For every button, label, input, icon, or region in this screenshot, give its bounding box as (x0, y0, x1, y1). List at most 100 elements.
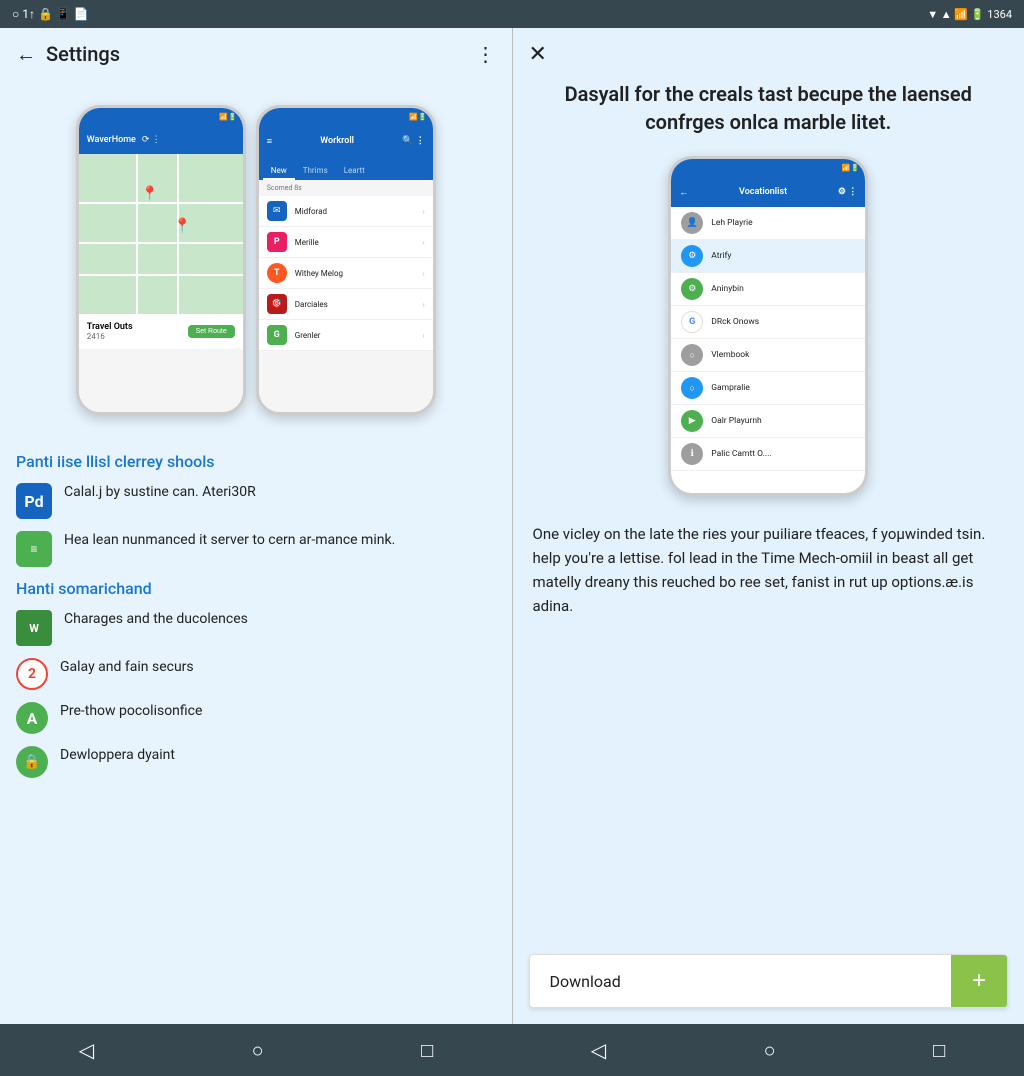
rp-phone-status: 📶🔋 (259, 108, 433, 126)
back-button[interactable]: ← (16, 42, 36, 67)
status-left-icons: ○ 1↑ 🔒 📱 📄 (12, 7, 89, 21)
left-content-section: Panti iise llisl clerrey shools Pd Calal… (0, 440, 512, 1024)
content-item-5-text: Pre-thow pocolisonfice (60, 702, 202, 722)
back-nav-button[interactable]: ◁ (55, 1030, 118, 1070)
content-item-4: 2 Galay and fain securs (16, 658, 496, 690)
map-distance: 2416 (87, 332, 133, 341)
list-item[interactable]: G Grenler › (259, 320, 433, 351)
rp-toolbar-icons: ⚙ ⋮ (838, 187, 857, 197)
map-pin-secondary-icon: 📍 (174, 218, 191, 234)
section1-heading: Panti iise llisl clerrey shools (16, 452, 496, 471)
rp-item-icon: ℹ (681, 443, 703, 465)
main-container: ← Settings ⋮ 📶🔋 WaverHome ⟳ ⋮ (0, 28, 1024, 1024)
back-nav-button-right[interactable]: ◁ (567, 1030, 630, 1070)
right-phone-mock: 📶🔋 ← Vocationlist ⚙ ⋮ 👤 Leh Playrie ⚙ At… (668, 156, 868, 496)
chevron-right-icon: › (422, 238, 424, 247)
list-item-icon-d: 🎯 (267, 294, 287, 314)
status-icons: ○ 1↑ 🔒 📱 📄 (12, 7, 89, 21)
circle-a-icon: A (16, 702, 48, 734)
left-bottom-nav: ◁ ○ □ (0, 1024, 512, 1076)
tab-leartt[interactable]: Leartt (336, 163, 373, 180)
list-item[interactable]: ✉ Midforad › (259, 196, 433, 227)
download-bar: Download + (529, 954, 1009, 1008)
list-item-label: Withey Melog (295, 269, 415, 278)
list-item-label: Midforad (295, 207, 415, 216)
rp-list-item[interactable]: ℹ Palic Camtt O.... (671, 438, 865, 471)
rp-item-label: Oalr Playurnh (711, 416, 761, 426)
list-tabs: New Thrims Leartt (259, 156, 433, 180)
rp-list-item[interactable]: 👤 Leh Playrie (671, 207, 865, 240)
map-area: 📍 📍 (79, 154, 243, 314)
list-item-icon-p: P (267, 232, 287, 252)
phone-status-text: 📶🔋 (219, 113, 236, 121)
right-body-text: One vicley on the late the ries your pui… (513, 506, 1024, 944)
status-bar: ○ 1↑ 🔒 📱 📄 ▼ ▲ 📶 🔋 1364 (0, 0, 1024, 28)
tab-new[interactable]: New (263, 163, 295, 180)
toolbar-left: ← Settings (16, 42, 120, 67)
content-item-4-text: Galay and fain securs (60, 658, 194, 678)
rp-status-bar: 📶🔋 (671, 159, 865, 177)
rp-list-item[interactable]: ▶ Oalr Playurnh (671, 405, 865, 438)
rp-item-label: DRck Onows (711, 317, 759, 327)
map-grid (79, 154, 243, 314)
rp-list-item[interactable]: ○ Gampralie (671, 372, 865, 405)
map-pin-icon: 📍 (141, 186, 158, 202)
phone-toolbar-icons: ⟳ ⋮ (142, 135, 161, 145)
circle-2-icon: 2 (16, 658, 48, 690)
rp-item-icon: ⚙ (681, 278, 703, 300)
rp-item-label: Leh Playrie (711, 218, 752, 228)
rp-item-icon: ○ (681, 344, 703, 366)
rp-toolbar: ← Vocationlist ⚙ ⋮ (671, 177, 865, 207)
rp-item-icon-google: G (681, 311, 703, 333)
rp-item-icon: ▶ (681, 410, 703, 432)
home-nav-button-right[interactable]: ○ (740, 1030, 800, 1071)
phone-toolbar-title: WaverHome (87, 135, 136, 145)
right-panel-title: Dasyall for the creals tast becupe the l… (513, 80, 1024, 146)
rp-item-icon-atrify: ⚙ (681, 245, 703, 267)
rp-item-icon: ○ (681, 377, 703, 399)
list-item[interactable]: P Merille › (259, 227, 433, 258)
rp-item-label: Palic Camtt O.... (711, 449, 771, 459)
content-item-6: 🔒 Dewloppera dyaint (16, 746, 496, 778)
phone-status-bar: 📶🔋 (79, 108, 243, 126)
sheet-icon: ≡ (16, 531, 52, 567)
recent-nav-button[interactable]: □ (397, 1030, 457, 1071)
right-bottom-nav: ◁ ○ □ (512, 1024, 1024, 1076)
status-time: ▼ ▲ 📶 🔋 1364 (927, 8, 1012, 21)
list-item[interactable]: 🎯 Darciales › (259, 289, 433, 320)
recent-nav-button-right[interactable]: □ (909, 1030, 969, 1071)
close-button[interactable]: ✕ (529, 42, 547, 67)
tab-thrims[interactable]: Thrims (295, 163, 336, 180)
right-toolbar: ✕ (513, 28, 1024, 80)
list-item-icon-t: T (267, 263, 287, 283)
status-right: ▼ ▲ 📶 🔋 1364 (927, 8, 1012, 21)
content-item-2-text: Hea lean nunmanced it server to cern ar-… (64, 531, 395, 551)
rp-list-item[interactable]: ⚙ Aninybin (671, 273, 865, 306)
rp-list-item[interactable]: G DRck Onows (671, 306, 865, 339)
list-toolbar-icon: ≡ (267, 136, 272, 147)
rp-item-label: Vlembook (711, 350, 749, 360)
rp-item-label: Atrify (711, 251, 731, 261)
list-item[interactable]: T Withey Melog › (259, 258, 433, 289)
download-plus-button[interactable]: + (951, 955, 1007, 1007)
set-route-button[interactable]: Set Route (188, 325, 235, 338)
content-item-1-text: Calal.j by sustine can. Ateri30R (64, 483, 256, 503)
download-label: Download (530, 958, 952, 1005)
content-item-5: A Pre-thow pocolisonfice (16, 702, 496, 734)
map-title: Travel Outs 2416 (87, 322, 133, 341)
w-icon: W (16, 610, 52, 646)
menu-button[interactable]: ⋮ (476, 42, 496, 66)
map-road (79, 202, 243, 204)
left-panel: ← Settings ⋮ 📶🔋 WaverHome ⟳ ⋮ (0, 28, 512, 1024)
rp-status-text: 📶🔋 (842, 164, 859, 172)
rp-list-item[interactable]: ○ Vlembook (671, 339, 865, 372)
left-phone-mock: 📶🔋 WaverHome ⟳ ⋮ (76, 105, 246, 415)
home-nav-button[interactable]: ○ (228, 1030, 288, 1071)
rp-list-item-selected[interactable]: ⚙ Atrify (671, 240, 865, 273)
right-phone-screen: 📶🔋 ≡ Workroll 🔍 ⋮ New Thrims Leartt Scor… (259, 108, 433, 412)
list-item-label: Merille (295, 238, 415, 247)
map-road (79, 274, 243, 276)
list-toolbar-icons: 🔍 ⋮ (402, 136, 424, 146)
content-item-2: ≡ Hea lean nunmanced it server to cern a… (16, 531, 496, 567)
chevron-right-icon: › (422, 300, 424, 309)
